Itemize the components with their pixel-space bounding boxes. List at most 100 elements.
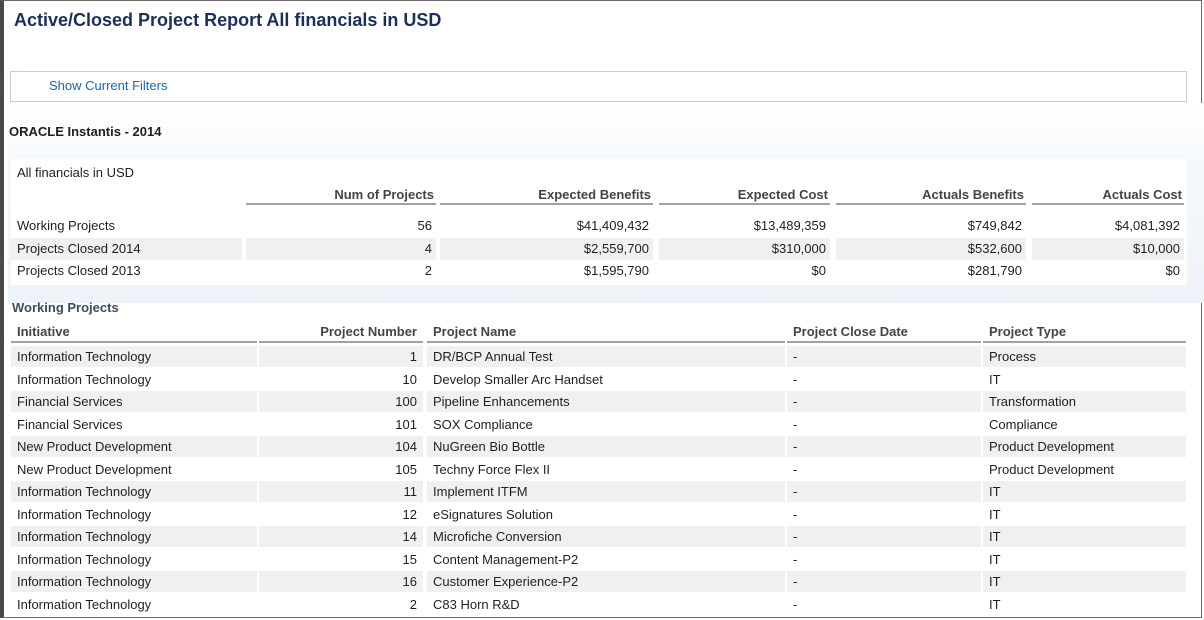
table-cell: Implement ITFM (427, 481, 785, 502)
table-cell: 11 (259, 481, 423, 502)
table-row: Information Technology 1 DR/BCP Annual Tes… (11, 346, 1187, 368)
table-cell: Information Technology (11, 571, 257, 592)
table-row: Information Technology 12 eSignatures Solu… (11, 504, 1187, 526)
table-cell: - (793, 461, 798, 477)
table-cell: C83 Horn R&D (433, 596, 520, 612)
table-cell: - (787, 571, 981, 592)
summary-cell: $41,409,432 (576, 218, 649, 233)
report-title: Active/Closed Project Report All financi… (14, 10, 442, 30)
table-row: Information Technology 15 Content Manageme… (11, 549, 1187, 571)
table-cell: Information Technology (11, 481, 257, 502)
summary-column-header: Expected Benefits (440, 187, 653, 205)
summary-column-header: Actuals Cost (1032, 187, 1184, 205)
table-cell: IT (983, 481, 1186, 502)
summary-column-header: Expected Cost (659, 187, 830, 205)
table-row: New Product Development 104 NuGreen Bio Bo… (11, 436, 1187, 458)
table-row: Information Technology 14 Microfiche Conve… (11, 526, 1187, 548)
table-cell: 101 (395, 416, 417, 432)
table-cell: Compliance (989, 416, 1058, 432)
table-cell: 100 (259, 391, 423, 412)
table-cell: Microfiche Conversion (427, 526, 785, 547)
summary-row: Projects Closed 2013 2 $1,595,790 $0 $281,79… (11, 260, 1187, 282)
table-cell: Financial Services (11, 391, 257, 412)
table-cell: Content Management-P2 (433, 551, 579, 567)
table-cell: IT (989, 551, 1001, 567)
column-header[interactable]: Project Number (259, 323, 423, 343)
summary-caption: All financials in USD (17, 165, 135, 180)
table-cell: - (787, 391, 981, 412)
summary-cell: 2 (424, 263, 432, 278)
table-cell: 10 (402, 371, 417, 387)
section-heading: ORACLE Instantis - 2014 (9, 124, 162, 139)
working-projects-heading: Working Projects (12, 300, 119, 315)
table-cell: NuGreen Bio Bottle (427, 436, 785, 457)
table-cell: IT (989, 506, 1001, 522)
show-current-filters-link[interactable]: Show Current Filters (49, 78, 167, 93)
table-cell: 15 (402, 551, 417, 567)
summary-cell: $0 (811, 263, 826, 278)
table-cell: - (793, 506, 798, 522)
table-cell: DR/BCP Annual Test (427, 346, 785, 367)
summary-cell: $1,595,790 (583, 263, 649, 278)
table-cell: New Product Development (11, 436, 257, 457)
table-cell: IT (983, 571, 1186, 592)
table-cell: Information Technology (17, 596, 152, 612)
summary-cell: $749,842 (967, 218, 1022, 233)
table-cell: - (793, 596, 798, 612)
column-header[interactable]: Project Name (427, 323, 785, 343)
table-cell: Information Technology (17, 371, 152, 387)
table-row: New Product Development 105 Techny Force F… (11, 459, 1187, 481)
table-cell: 104 (259, 436, 423, 457)
table-cell: Customer Experience-P2 (427, 571, 785, 592)
table-row: Information Technology 2 C83 Horn R&D - IT (11, 594, 1187, 616)
table-cell: Product Development (983, 436, 1186, 457)
report-window: Active/Closed Project Report All financi… (0, 0, 1204, 618)
table-cell: - (787, 481, 981, 502)
table-cell: 14 (259, 526, 423, 547)
table-cell: 2 (409, 596, 417, 612)
summary-cell: $532,600 (836, 238, 1026, 260)
table-cell: - (793, 551, 798, 567)
table-row: Information Technology 11 Implement ITFM - I… (11, 481, 1187, 503)
table-cell: - (787, 526, 981, 547)
table-cell: - (787, 436, 981, 457)
table-cell: Information Technology (17, 506, 152, 522)
table-cell: Pipeline Enhancements (427, 391, 785, 412)
filters-panel: Show Current Filters (10, 71, 1187, 102)
summary-cell: $10,000 (1032, 238, 1184, 260)
summary-cell: $13,489,359 (753, 218, 826, 233)
table-cell: IT (989, 371, 1001, 387)
table-cell: - (793, 416, 798, 432)
table-cell: 1 (259, 346, 423, 367)
table-cell: New Product Development (17, 461, 172, 477)
table-cell: IT (983, 526, 1186, 547)
table-cell: - (787, 346, 981, 367)
table-row: Information Technology 16 Customer Experie… (11, 571, 1187, 593)
table-cell: Information Technology (11, 526, 257, 547)
summary-row-label: Projects Closed 2014 (17, 241, 141, 256)
summary-cell: 4 (246, 238, 436, 260)
table-cell: SOX Compliance (433, 416, 533, 432)
table-cell: Transformation (983, 391, 1186, 412)
column-header[interactable]: Project Type (983, 323, 1186, 343)
table-cell: Techny Force Flex II (433, 461, 551, 477)
table-cell: IT (989, 596, 1001, 612)
summary-row-label: Working Projects (17, 218, 116, 233)
summary-row: Projects Closed 2014 4 $2,559,700 $310,000 $… (11, 238, 1187, 260)
summary-cell: 56 (417, 218, 432, 233)
column-header[interactable]: Initiative (11, 323, 257, 343)
table-cell: 105 (395, 461, 417, 477)
table-cell: Develop Smaller Arc Handset (433, 371, 603, 387)
table-cell: Process (983, 346, 1186, 367)
table-cell: - (793, 371, 798, 387)
summary-cell: $310,000 (659, 238, 830, 260)
table-cell: Information Technology (17, 551, 152, 567)
summary-cell: $4,081,392 (1114, 218, 1180, 233)
table-cell: Information Technology (11, 346, 257, 367)
summary-row-label: Projects Closed 2013 (17, 263, 141, 278)
summary-cell: $281,790 (967, 263, 1022, 278)
table-row: Financial Services 100 Pipeline Enhancemen… (11, 391, 1187, 413)
column-header[interactable]: Project Close Date (787, 323, 981, 343)
table-cell: eSignatures Solution (433, 506, 553, 522)
summary-cell: $2,559,700 (440, 238, 653, 260)
